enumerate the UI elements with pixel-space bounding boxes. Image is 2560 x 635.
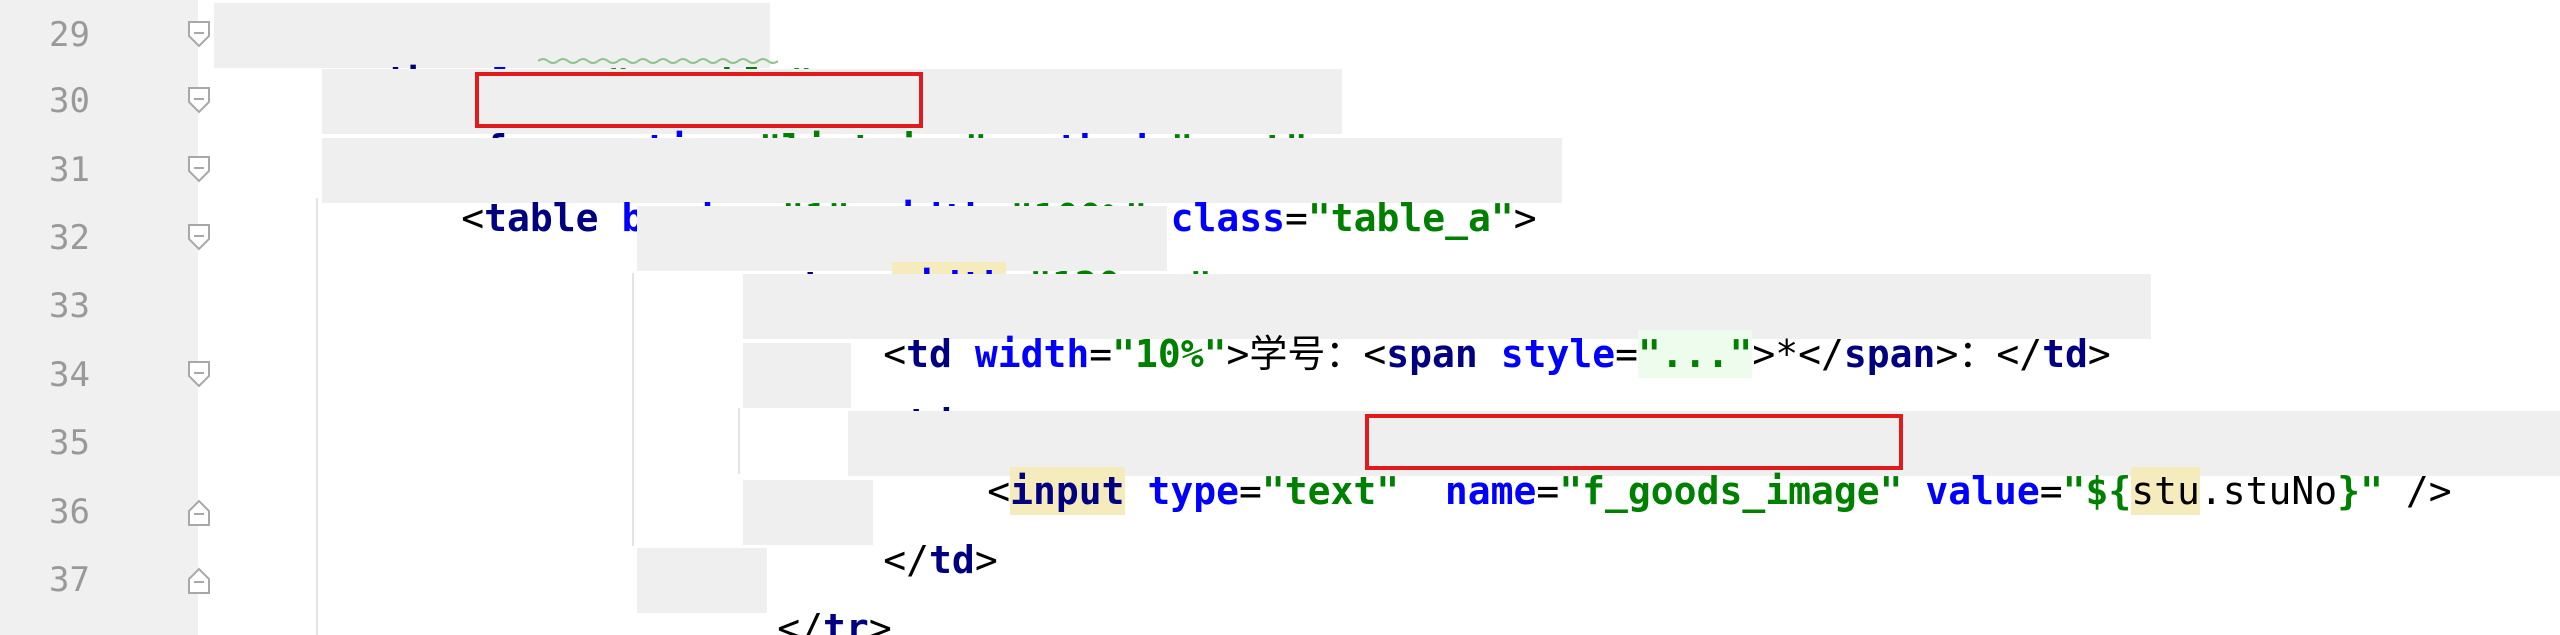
code-line-37[interactable]: 37 </tr> <box>0 545 2560 635</box>
code-token: > <box>868 606 892 635</box>
code-line-36[interactable]: 36 </td> <box>0 477 2560 582</box>
line-number: 29 <box>49 15 90 55</box>
fold-open-icon[interactable] <box>185 155 213 185</box>
code-line-32[interactable]: 32 <tr width="120px;"> <box>0 203 2560 310</box>
code-line-33[interactable]: 33 <td width="10%">学号：<span style="...">… <box>0 271 2560 378</box>
code-text: <tr width="120px;"> <box>640 214 1235 310</box>
code-text: <td width="10%">学号：<span style="...">*</… <box>746 282 2111 378</box>
fold-open-icon[interactable] <box>185 360 213 390</box>
code-text: <table border="1" width="100%" class="ta… <box>324 146 1536 240</box>
code-token: tr <box>823 606 869 635</box>
code-line-35[interactable]: 35 <input type="text" name="f_goods_imag… <box>0 408 2560 515</box>
line-number: 33 <box>49 286 90 326</box>
line-number: 34 <box>49 355 90 395</box>
code-line-29[interactable]: 29 <div class="cztable"> <box>0 0 2560 105</box>
line-number: 37 <box>49 560 90 600</box>
code-text: </td> <box>746 488 997 582</box>
line-number: 36 <box>49 492 90 532</box>
code-text: <div class="cztable"> <box>218 11 836 105</box>
line-number: 31 <box>49 150 90 190</box>
fold-close-icon[interactable] <box>185 565 213 595</box>
code-line-30[interactable]: 30 <form action="list.jsp" method="post"… <box>0 66 2560 171</box>
fold-open-icon[interactable] <box>185 20 213 50</box>
highlight-box-name <box>1365 414 1903 470</box>
fold-open-icon[interactable] <box>185 223 213 253</box>
fold-close-icon[interactable] <box>185 497 213 527</box>
fold-open-icon[interactable] <box>185 86 213 116</box>
highlight-box-action <box>475 72 923 128</box>
line-number: 30 <box>49 81 90 121</box>
code-editor[interactable]: 29 <div class="cztable"> 30 <form action… <box>0 0 2560 635</box>
code-token: </ <box>777 606 824 635</box>
line-number: 35 <box>49 423 90 463</box>
line-number: 32 <box>49 218 90 258</box>
code-line-34[interactable]: 34 <td> <box>0 340 2560 445</box>
code-text: </tr> <box>640 556 891 635</box>
code-text: <td> <box>746 351 975 445</box>
spellcheck-squiggle <box>538 58 778 64</box>
code-line-31[interactable]: 31 <table border="1" width="100%" class=… <box>0 135 2560 240</box>
